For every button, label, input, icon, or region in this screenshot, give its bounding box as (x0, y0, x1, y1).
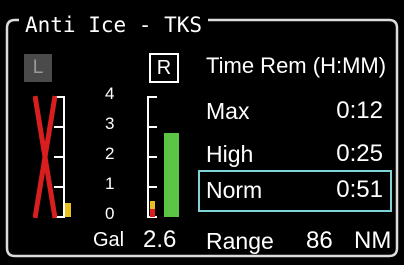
left-tank-level-bar (65, 203, 71, 217)
range-label: Range (206, 228, 274, 254)
row-label-norm: Norm (206, 177, 263, 203)
left-tank-failed-x-icon (33, 95, 57, 219)
anti-ice-tks-window: Anti Ice - TKS L 4 3 2 1 0 R Gal 2.6 Tim (5, 6, 399, 259)
range-unit: NM (354, 227, 392, 254)
right-tank-level-bar (164, 133, 179, 217)
scale-label-4: 4 (105, 84, 115, 103)
scale-label-1: 1 (105, 174, 115, 193)
right-tank-red-band (150, 209, 155, 217)
scale-label-3: 3 (105, 114, 115, 133)
row-label-high: High (206, 141, 254, 167)
scale-label-0: 0 (105, 204, 115, 223)
row-value-high: 0:25 (336, 140, 383, 167)
right-tick (147, 186, 157, 188)
right-tank-label: R (149, 53, 179, 83)
left-tank-label: L (24, 54, 52, 82)
scale-label-2: 2 (105, 144, 115, 163)
right-tick (147, 126, 157, 128)
right-tick (147, 96, 157, 98)
right-tick (147, 156, 157, 158)
time-rem-header: Time Rem (H:MM) (206, 53, 387, 78)
row-value-max: 0:12 (336, 97, 383, 124)
row-value-norm: 0:51 (336, 176, 383, 203)
right-tank-yellow-band (150, 201, 155, 209)
row-label-max: Max (206, 98, 250, 124)
window-title: Anti Ice - TKS (19, 10, 209, 40)
quantity-unit: Gal (93, 229, 125, 251)
quantity-value: 2.6 (143, 226, 177, 253)
range-value: 86 (306, 227, 333, 254)
